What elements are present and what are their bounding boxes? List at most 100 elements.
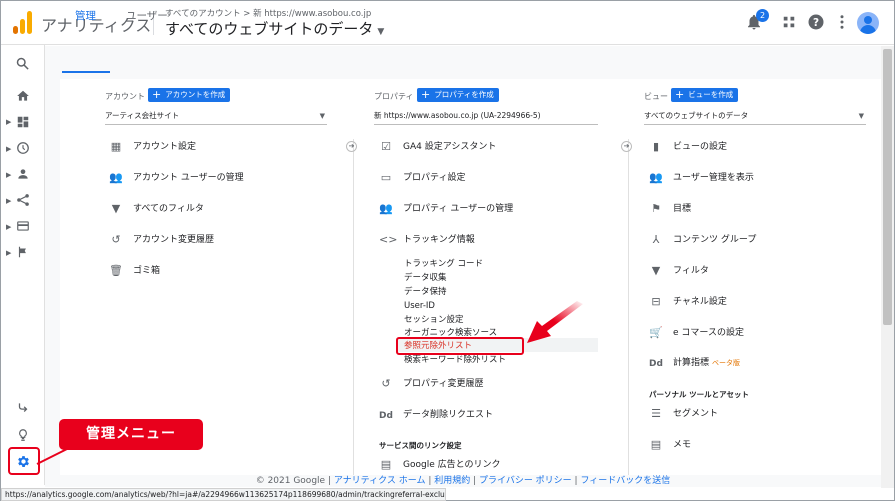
content-grouping-item[interactable]: ⅄ コンテンツ グループ (649, 233, 757, 247)
account-settings-item[interactable]: ▦ アカウント設定 (109, 140, 196, 154)
ga4-setup-assistant-item[interactable]: ☑ GA4 設定アシスタント (379, 140, 496, 154)
admin-menu-callout: 管理メニュー (59, 419, 203, 450)
attribution-icon[interactable] (16, 401, 30, 415)
property-select[interactable]: 新 https://www.asobou.co.jp (UA-2294966-5… (374, 109, 598, 125)
item-label: すべてのフィルタ (133, 204, 204, 214)
annotations-item[interactable]: ▤ メモ (649, 438, 691, 452)
conversions-flag-icon[interactable] (16, 245, 30, 259)
item-label: チャネル設定 (673, 297, 727, 307)
account-avatar[interactable] (857, 12, 879, 34)
filter-icon: ▼ (111, 202, 121, 215)
all-filters-item[interactable]: ▼ すべてのフィルタ (109, 202, 204, 216)
create-view-label: ビューを作成 (688, 90, 734, 99)
product-linking-heading: サービス間のリンク設定 (379, 441, 462, 450)
channel-settings-item[interactable]: ⊟ チャネル設定 (649, 295, 727, 309)
customization-icon[interactable] (16, 115, 30, 129)
item-label: アカウント変更履歴 (133, 235, 215, 245)
create-account-button[interactable]: + アカウントを作成 (148, 88, 231, 102)
caret-down-icon: ▼ (377, 27, 385, 37)
people-icon: 👥 (379, 202, 393, 215)
tab-admin[interactable]: 管理 (75, 8, 96, 23)
scrollbar-thumb[interactable] (883, 49, 892, 325)
expand-caret-icon[interactable]: ▶ (6, 171, 11, 179)
calculated-metrics-item[interactable]: Dd 計算指標 ベータ版 (649, 356, 740, 370)
home-icon[interactable] (16, 89, 30, 103)
checkbox-icon: ☑ (381, 140, 391, 153)
expand-caret-icon[interactable]: ▶ (6, 223, 11, 231)
help-icon[interactable]: ? (807, 13, 825, 31)
search-icon[interactable] (15, 56, 30, 71)
column-divider (353, 139, 354, 475)
dd-icon: Dd (649, 359, 663, 369)
dropdown-caret-icon: ▼ (319, 112, 325, 120)
data-collection-link[interactable]: データ収集 (404, 272, 447, 284)
dropdown-caret-icon: ▼ (858, 112, 864, 120)
create-view-button[interactable]: + ビューを作成 (671, 88, 739, 102)
item-label: プロパティ設定 (403, 173, 466, 183)
arrow-right-icon: ➔ (621, 141, 632, 152)
expand-caret-icon[interactable]: ▶ (6, 145, 11, 153)
expand-caret-icon[interactable]: ▶ (6, 197, 11, 205)
property-change-history-item[interactable]: ↺ プロパティ変更履歴 (379, 377, 483, 391)
create-property-label: プロパティを作成 (434, 90, 494, 99)
discover-lightbulb-icon[interactable] (16, 428, 30, 442)
goals-item[interactable]: ⚑ 目標 (649, 202, 691, 216)
data-retention-link[interactable]: データ保持 (404, 286, 447, 298)
account-selected: アーティス会社サイト (105, 111, 180, 120)
account-select[interactable]: アーティス会社サイト ▼ (105, 109, 327, 125)
expand-caret-icon[interactable]: ▶ (6, 118, 11, 126)
history-icon: ↺ (381, 377, 391, 390)
account-user-management-item[interactable]: 👥 アカウント ユーザーの管理 (109, 171, 244, 185)
item-label: データ削除リクエスト (403, 410, 494, 420)
footer-link-privacy[interactable]: プライバシー ポリシー (479, 476, 572, 486)
filters-item[interactable]: ▼ フィルタ (649, 264, 709, 278)
acquisition-icon[interactable] (16, 193, 30, 207)
realtime-clock-icon[interactable] (16, 141, 30, 155)
copyright-text: © 2021 Google (255, 476, 326, 486)
account-change-history-item[interactable]: ↺ アカウント変更履歴 (109, 233, 214, 247)
item-label: 目標 (673, 204, 692, 214)
audience-person-icon[interactable] (16, 167, 30, 181)
tab-active-indicator (62, 71, 110, 73)
create-property-button[interactable]: + プロパティを作成 (417, 88, 499, 102)
view-select[interactable]: すべてのウェブサイトのデータ ▼ (644, 109, 866, 125)
left-nav-rail (1, 45, 45, 485)
segments-item[interactable]: ☰ セグメント (649, 407, 718, 421)
item-label: フィルタ (673, 266, 709, 276)
property-user-management-item[interactable]: 👥 プロパティ ユーザーの管理 (379, 202, 513, 216)
callout-pointer (36, 447, 70, 465)
ecommerce-settings-item[interactable]: 🛒 e コマースの設定 (649, 326, 744, 340)
behavior-icon[interactable] (16, 219, 30, 233)
user-id-link[interactable]: User-ID (404, 300, 435, 312)
footer: © 2021 Google | アナリティクス ホーム | 利用規約 | プライ… (45, 475, 881, 487)
tracking-info-item[interactable]: <> トラッキング情報 (379, 233, 475, 247)
more-vert-icon[interactable] (833, 13, 851, 31)
browser-status-url: https://analytics.google.com/analytics/w… (1, 488, 446, 501)
footer-link-home[interactable]: アナリティクス ホーム (334, 476, 426, 486)
tracking-code-link[interactable]: トラッキング コード (404, 258, 483, 270)
item-label: ユーザー管理を表示 (673, 173, 754, 183)
google-ads-linking-item[interactable]: ▤ Google 広告とのリンク (379, 458, 501, 472)
comment-icon: ▤ (650, 438, 662, 451)
search-term-exclusion-link[interactable]: 検索キーワード除外リスト (404, 354, 506, 366)
analytics-logo-icon[interactable] (13, 10, 33, 34)
admin-gear-icon[interactable] (16, 454, 31, 469)
view-selector[interactable]: すべてのウェブサイトのデータ ▼ (165, 18, 384, 39)
property-settings-item[interactable]: ▭ プロパティ設定 (379, 171, 466, 185)
item-label: GA4 設定アシスタント (403, 142, 497, 152)
expand-caret-icon[interactable]: ▶ (6, 249, 11, 257)
building-icon: ▦ (110, 140, 122, 153)
tab-user[interactable]: ユーザー (126, 8, 168, 23)
footer-link-terms[interactable]: 利用規約 (434, 476, 470, 486)
view-settings-item[interactable]: ▮ ビューの設定 (649, 140, 727, 154)
apps-grid-icon[interactable] (780, 13, 798, 31)
item-label: プロパティ変更履歴 (403, 379, 484, 389)
people-icon: 👥 (649, 171, 663, 184)
data-deletion-request-item[interactable]: Dd データ削除リクエスト (379, 408, 493, 422)
view-user-management-item[interactable]: 👥 ユーザー管理を表示 (649, 171, 754, 185)
trash-item[interactable]: 🗑 ゴミ箱 (109, 264, 160, 278)
session-settings-link[interactable]: セッション設定 (404, 314, 464, 326)
footer-link-feedback[interactable]: フィードバックを送信 (580, 476, 670, 486)
property-column-label: プロパティ (374, 92, 414, 101)
column-divider (628, 139, 629, 475)
